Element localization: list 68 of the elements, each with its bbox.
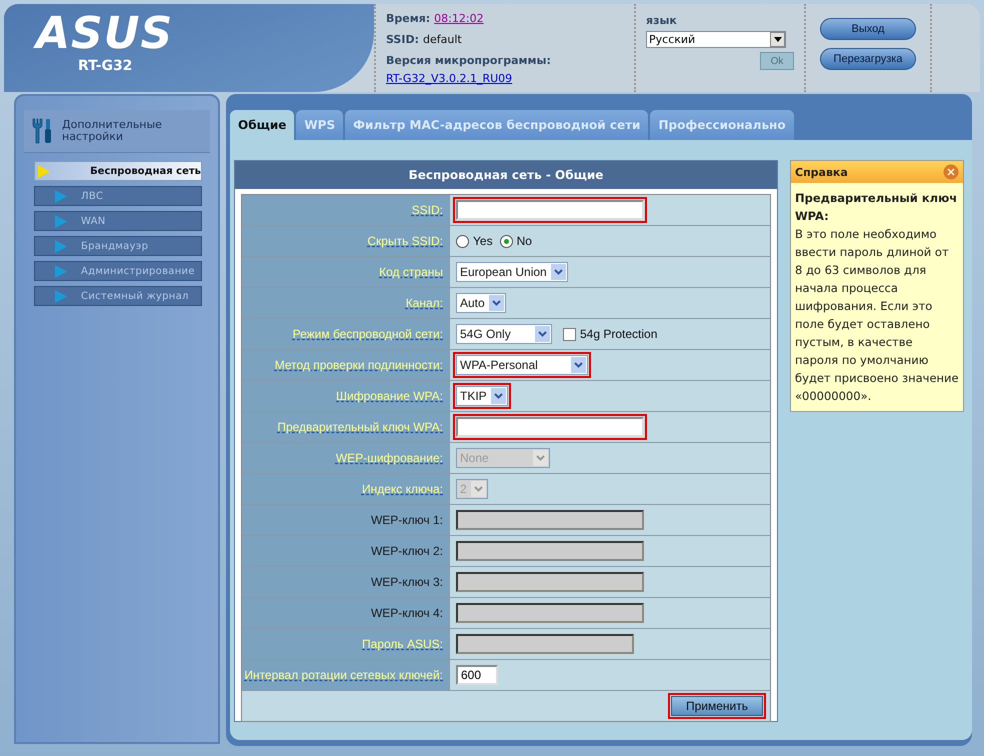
tools-icon bbox=[30, 117, 54, 145]
apply-button[interactable]: Применить bbox=[671, 696, 763, 716]
field-label: WEP-ключ 1: bbox=[370, 512, 443, 529]
dropdown[interactable]: WPA-Personal bbox=[456, 355, 588, 375]
input-field[interactable]: 600 bbox=[456, 665, 498, 685]
sidebar-item[interactable]: Системный журнал bbox=[34, 286, 202, 306]
close-icon[interactable] bbox=[943, 164, 959, 180]
help-link[interactable]: Предварительный ключ WPA: bbox=[277, 417, 443, 437]
arrow-icon bbox=[55, 290, 67, 302]
form-title: Беспроводная сеть - Общие bbox=[235, 161, 777, 189]
help-link[interactable]: SSID: bbox=[412, 200, 443, 220]
arrow-icon bbox=[38, 164, 50, 178]
help-link[interactable]: Скрыть SSID: bbox=[367, 231, 443, 251]
help-title: Справка bbox=[795, 166, 848, 178]
model-name: RT-G32 bbox=[78, 58, 132, 74]
ssid-label: SSID: bbox=[386, 33, 419, 46]
help-text: В это поле необходимо ввести пароль длиной от 8 до 63 символов для начала процесса шифрования. Если это поле будет оставлено пустым, в качестве пароля по умолчанию будет присвоено значение «00000000». bbox=[795, 226, 959, 405]
arrow-icon bbox=[55, 214, 67, 228]
tab[interactable]: Профессионально bbox=[650, 110, 794, 140]
radio-label: No bbox=[516, 234, 532, 248]
dropdown-icon bbox=[551, 264, 566, 280]
help-link[interactable]: Интервал ротации сетевых ключей: bbox=[244, 665, 443, 685]
sidebar-item[interactable]: WAN bbox=[34, 211, 202, 231]
sidebar-item[interactable]: Беспроводная сеть bbox=[34, 161, 202, 181]
firmware-link[interactable]: RT-G32_V3.0.2.1_RU09 bbox=[386, 70, 512, 88]
time-label: Время: bbox=[386, 12, 430, 25]
help-heading: Предварительный ключ WPA: bbox=[795, 190, 958, 225]
dropdown-icon bbox=[490, 388, 506, 404]
radio-label: Yes bbox=[473, 234, 493, 248]
dropdown[interactable]: 54G Only bbox=[456, 324, 552, 344]
help-link[interactable]: Режим беспроводной сети: bbox=[292, 324, 443, 344]
dropdown[interactable]: European Union bbox=[456, 262, 568, 282]
sidebar-item[interactable]: Администрирование bbox=[34, 261, 202, 281]
checkbox[interactable] bbox=[563, 328, 576, 340]
dropdown[interactable]: TKIP bbox=[456, 386, 508, 406]
header-button[interactable]: Перезагрузка bbox=[820, 48, 916, 70]
tab[interactable]: Общие bbox=[230, 110, 294, 140]
arrow-icon bbox=[55, 240, 67, 252]
sidebar-item[interactable]: Брандмауэр bbox=[34, 236, 202, 256]
sidebar-item[interactable]: ЛВС bbox=[34, 186, 202, 206]
dropdown-icon bbox=[533, 450, 548, 466]
field-label: WEP-ключ 4: bbox=[370, 605, 443, 622]
ssid-value: default bbox=[422, 33, 462, 46]
tab[interactable]: Фильтр MAC-адресов беспроводной сети bbox=[345, 110, 648, 140]
help-link[interactable]: Канал: bbox=[406, 293, 443, 313]
arrow-icon bbox=[55, 264, 67, 278]
sidebar-title: Дополнительные настройки bbox=[62, 119, 163, 143]
dropdown-icon bbox=[535, 326, 550, 342]
header-button[interactable]: Выход bbox=[820, 18, 916, 40]
help-link[interactable]: Шифрование WPA: bbox=[336, 386, 443, 406]
help-link[interactable]: Код страны bbox=[379, 262, 443, 282]
time-link[interactable]: 08:12:02 bbox=[434, 12, 484, 25]
field-label: WEP-ключ 2: bbox=[370, 543, 443, 560]
dropdown-icon bbox=[571, 357, 586, 373]
checkbox-label: 54g Protection bbox=[580, 327, 658, 341]
arrow-icon bbox=[55, 190, 67, 202]
tab[interactable]: WPS bbox=[296, 110, 344, 140]
radio-button[interactable] bbox=[500, 234, 513, 248]
radio-button[interactable] bbox=[456, 234, 469, 248]
dropdown[interactable]: Auto bbox=[456, 293, 506, 313]
dropdown-icon bbox=[488, 295, 504, 311]
dropdown-icon bbox=[770, 32, 785, 47]
language-label: язык bbox=[646, 14, 677, 27]
field-label: WEP-ключ 3: bbox=[370, 574, 443, 591]
dropdown-icon bbox=[470, 481, 486, 497]
help-link[interactable]: Метод проверки подлинности: bbox=[274, 355, 443, 375]
language-select[interactable]: Русский bbox=[646, 31, 786, 48]
firmware-label: Версия микропрограммы: bbox=[386, 53, 551, 69]
